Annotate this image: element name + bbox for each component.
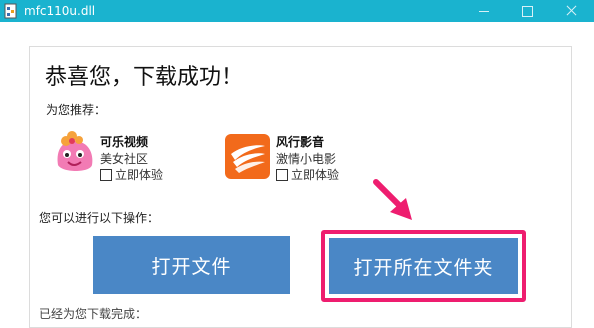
close-button[interactable] bbox=[549, 0, 594, 22]
keke-video-name[interactable]: 可乐视频 bbox=[100, 133, 148, 150]
success-headline: 恭喜您，下载成功！ bbox=[45, 65, 244, 90]
open-folder-button[interactable]: 打开所在文件夹 bbox=[329, 238, 518, 294]
window-title: mfc110u.dll bbox=[24, 4, 96, 18]
pointer-arrow-icon bbox=[370, 178, 416, 224]
dll-file-icon bbox=[4, 3, 18, 19]
checkbox-icon[interactable] bbox=[100, 168, 112, 181]
checkbox-icon[interactable] bbox=[276, 168, 288, 181]
fengxing-subtitle: 激情小电影 bbox=[276, 152, 337, 166]
maximize-button[interactable] bbox=[505, 0, 550, 22]
fengxing-name[interactable]: 风行影音 bbox=[276, 133, 324, 150]
keke-video-subtitle: 美女社区 bbox=[100, 152, 149, 166]
fengxing-icon[interactable] bbox=[225, 134, 270, 179]
keke-video-try-checkbox[interactable]: 立即体验 bbox=[100, 166, 163, 183]
open-file-button[interactable]: 打开文件 bbox=[93, 236, 290, 294]
minimize-button[interactable] bbox=[461, 0, 506, 22]
recommend-label: 为您推荐： bbox=[46, 103, 107, 117]
checkbox-label: 立即体验 bbox=[291, 168, 340, 182]
keke-video-icon[interactable] bbox=[52, 131, 97, 176]
operations-label: 您可以进行以下操作： bbox=[39, 211, 160, 225]
fengxing-try-checkbox[interactable]: 立即体验 bbox=[276, 166, 339, 183]
title-bar: mfc110u.dll bbox=[0, 0, 594, 22]
checkbox-label: 立即体验 bbox=[115, 168, 164, 182]
